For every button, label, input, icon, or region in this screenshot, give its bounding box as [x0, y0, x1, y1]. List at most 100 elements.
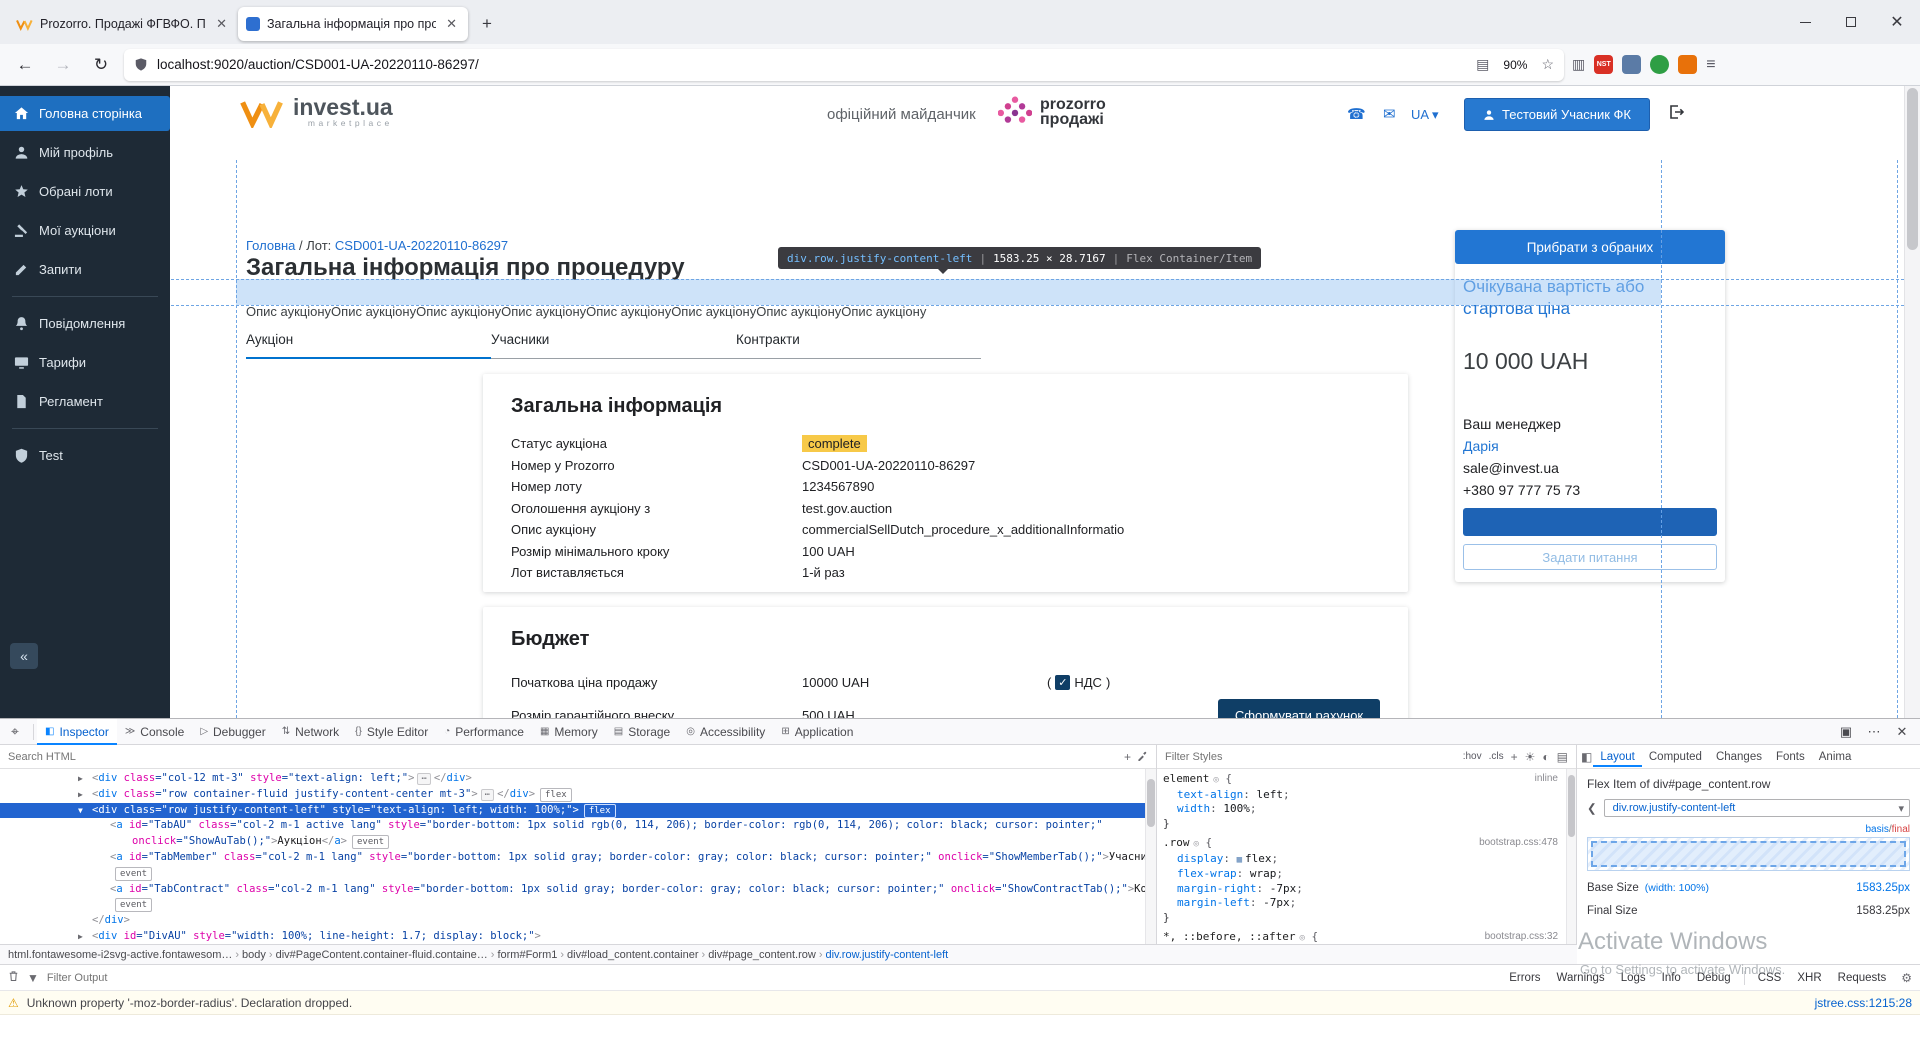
rule-origin-link[interactable]: bootstrap.css:32: [1485, 930, 1558, 944]
breadcrumb-node[interactable]: body: [242, 949, 266, 961]
eyedropper-icon[interactable]: [1137, 750, 1148, 764]
user-account-button[interactable]: Тестовий Учасник ФК: [1464, 98, 1650, 131]
devtools-options-icon[interactable]: ⋯: [1862, 724, 1886, 740]
close-button[interactable]: ✕: [1874, 0, 1920, 44]
breadcrumb-node[interactable]: div.row.justify-content-left: [826, 949, 949, 961]
markup-line[interactable]: <a id="TabAU" class="col-2 m-1 active la…: [0, 818, 1156, 834]
breadcrumb-lot-link[interactable]: CSD001-UA-20220110-86297: [335, 238, 508, 253]
scrollbar-thumb[interactable]: [1907, 88, 1918, 250]
markup-line[interactable]: event: [0, 897, 1156, 913]
reload-button[interactable]: ↻: [86, 50, 116, 80]
tab-close-icon[interactable]: ✕: [443, 16, 460, 32]
sidebar-item[interactable]: Головна сторінка: [0, 96, 170, 131]
sidebar-item[interactable]: Мої аукціони: [0, 213, 170, 248]
sidebar-tab-changes[interactable]: Changes: [1709, 747, 1769, 767]
filter-output-input[interactable]: [46, 971, 1495, 984]
prev-flex-item-icon[interactable]: ❮: [1587, 801, 1597, 815]
invest-logo[interactable]: invest.ua marketplace: [240, 96, 393, 128]
console-settings-icon[interactable]: ⚙: [1901, 971, 1912, 985]
url-bar[interactable]: localhost:9020/auction/CSD001-UA-2022011…: [124, 48, 1564, 81]
console-filter-warnings[interactable]: Warnings: [1550, 970, 1612, 986]
sidebar-item[interactable]: Мій профіль: [0, 135, 170, 170]
light-scheme-icon[interactable]: ☀: [1525, 750, 1536, 764]
markup-line[interactable]: ▼ <div class="row justify-content-left" s…: [0, 802, 1156, 819]
warning-source-link[interactable]: jstree.css:1215:28: [1815, 996, 1912, 1010]
pseudo-class-toggle[interactable]: :hov: [1463, 751, 1482, 762]
console-filter-requests[interactable]: Requests: [1831, 970, 1894, 986]
markup-badge[interactable]: event: [352, 835, 390, 850]
devtools-tab-style-editor[interactable]: {} Style Editor: [347, 719, 436, 745]
extension-icon-save[interactable]: [1622, 55, 1642, 74]
minimize-button[interactable]: [1782, 0, 1828, 44]
node-picker-icon[interactable]: ⌖: [0, 723, 30, 740]
aside-primary-button[interactable]: [1463, 508, 1717, 536]
responsive-design-icon[interactable]: ▣: [1834, 724, 1858, 740]
reader-mode-icon[interactable]: ▤: [1476, 56, 1489, 73]
markup-line[interactable]: <a id="TabMember" class="col-2 m-1 lang"…: [0, 850, 1156, 866]
browser-tab-active[interactable]: Загальна інформація про про… ✕: [238, 7, 468, 41]
rules-scrollbar[interactable]: [1566, 769, 1576, 944]
sidebar-item[interactable]: Тарифи: [0, 345, 170, 380]
class-toggle[interactable]: .cls: [1489, 751, 1504, 762]
sidebar-item[interactable]: Регламент: [0, 384, 170, 419]
dark-scheme-icon[interactable]: ◐: [1542, 750, 1549, 764]
devtools-tab-inspector[interactable]: ◧ Inspector: [37, 718, 117, 745]
shield-icon[interactable]: [134, 57, 148, 72]
console-filter-errors[interactable]: Errors: [1502, 970, 1547, 986]
vat-checkbox[interactable]: ✓: [1055, 675, 1071, 690]
forward-button[interactable]: →: [48, 50, 78, 80]
add-node-icon[interactable]: +: [1124, 750, 1131, 764]
maximize-button[interactable]: [1828, 0, 1874, 44]
breadcrumb-node[interactable]: div#PageContent.container-fluid.containe…: [276, 949, 488, 961]
pane-collapse-icon[interactable]: ◧: [1581, 750, 1592, 764]
manager-name-link[interactable]: Дарія: [1463, 438, 1499, 454]
devtools-tab-debugger[interactable]: ▷ Debugger: [192, 719, 273, 745]
breadcrumb-node[interactable]: html.fontawesome-i2svg-active.fontawesom…: [8, 949, 232, 961]
flex-item-select[interactable]: div.row.justify-content-left: [1603, 799, 1910, 817]
console-filter-logs[interactable]: Logs: [1614, 970, 1653, 986]
css-rule[interactable]: inline element ◎ {text-align: left; width: …: [1163, 772, 1572, 831]
sidebar-tab-layout[interactable]: Layout: [1593, 747, 1642, 767]
sidebar-item[interactable]: Запити: [0, 252, 170, 287]
markup-badge[interactable]: event: [115, 866, 153, 881]
markup-badge[interactable]: flex: [583, 803, 616, 818]
breadcrumb-node[interactable]: div#page_content.row: [708, 949, 816, 961]
devtools-tab-performance[interactable]: ◔ Performance: [436, 719, 532, 745]
clear-console-icon[interactable]: [8, 970, 19, 985]
phone-icon[interactable]: ☎: [1347, 105, 1366, 123]
sidebar-tab-anima[interactable]: Anima: [1812, 747, 1859, 767]
sidebar-item[interactable]: Повідомлення: [0, 306, 170, 341]
markup-line[interactable]: ▶ <div id="DivAU" style="width: 100%; lin…: [0, 929, 1156, 944]
console-filter-info[interactable]: Info: [1655, 970, 1688, 986]
console-filter-css[interactable]: CSS: [1751, 970, 1789, 986]
devtools-close-icon[interactable]: ✕: [1890, 724, 1914, 740]
markup-badge[interactable]: flex: [540, 787, 572, 802]
extension-icon-red[interactable]: NST: [1594, 55, 1614, 74]
devtools-tab-network[interactable]: ⇅ Network: [274, 719, 347, 745]
breadcrumb-node[interactable]: div#load_content.container: [567, 949, 698, 961]
breadcrumb-home-link[interactable]: Головна: [246, 238, 295, 253]
logout-icon[interactable]: [1668, 104, 1685, 125]
menu-icon[interactable]: ≡: [1706, 56, 1715, 74]
browser-tab-prozorro[interactable]: Prozorro. Продажі ФГВФО. Пр… ✕: [8, 7, 238, 41]
css-rule[interactable]: bootstrap.css:478 .row ◎ {display: ▦ flex; f…: [1163, 836, 1572, 925]
rule-origin-link[interactable]: inline: [1535, 772, 1558, 787]
markup-line[interactable]: <a id="TabContract" class="col-2 m-1 lan…: [0, 882, 1156, 898]
devtools-tab-console[interactable]: ≫ Console: [117, 719, 193, 745]
sidebar-item[interactable]: Обрані лоти: [0, 174, 170, 209]
sidebar-tab-computed[interactable]: Computed: [1642, 747, 1709, 767]
lot-tab-Контракти[interactable]: Контракти: [736, 332, 981, 359]
devtools-tab-accessibility[interactable]: ◎ Accessibility: [678, 719, 773, 745]
ask-question-button[interactable]: Задати питання: [1463, 544, 1717, 570]
markup-line[interactable]: ▶ <div class="col-12 mt-3" style="text-al…: [0, 771, 1156, 787]
lot-tab-Аукціон[interactable]: Аукціон: [246, 332, 491, 359]
devtools-tab-memory[interactable]: ▦ Memory: [532, 719, 606, 745]
sidebar-tab-fonts[interactable]: Fonts: [1769, 747, 1812, 767]
language-dropdown[interactable]: UA ▾: [1411, 107, 1438, 123]
extension-icon-orange[interactable]: [1678, 55, 1698, 74]
markup-line[interactable]: ▶ <div class="row container-fluid justify…: [0, 787, 1156, 803]
generate-invoice-button[interactable]: Сформувати рахунок: [1218, 699, 1380, 718]
lot-tab-Учасники[interactable]: Учасники: [491, 332, 736, 359]
sidebar-collapse-button[interactable]: «: [10, 643, 38, 669]
zoom-level[interactable]: 90%: [1498, 56, 1532, 74]
